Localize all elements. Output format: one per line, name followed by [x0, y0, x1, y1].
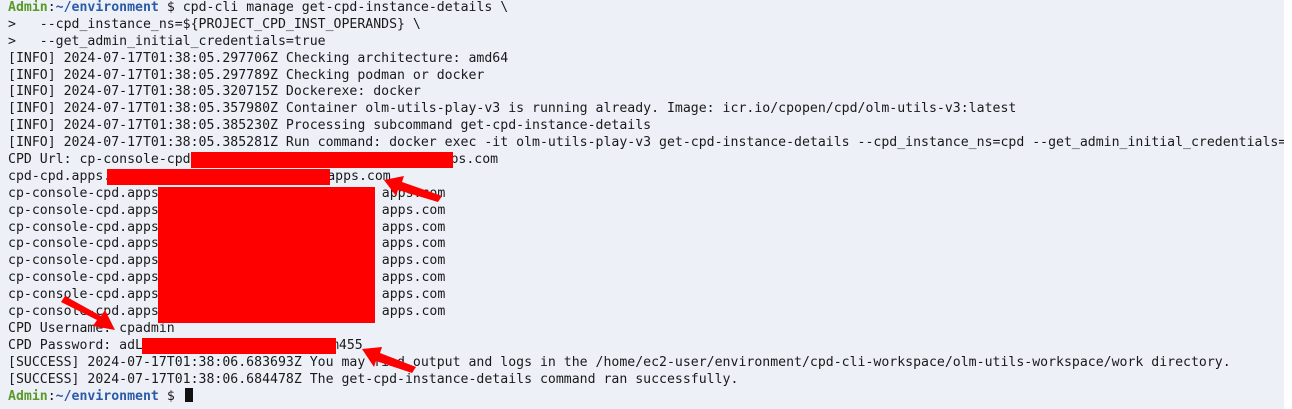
prompt-path: ~/environment	[55, 0, 159, 15]
prompt-symbol: $	[158, 0, 183, 15]
redaction-block-console	[158, 187, 375, 323]
log-line: [INFO] 2024-07-17T01:38:05.320715Z Docke…	[8, 84, 421, 100]
log-line: [INFO] 2024-07-17T01:38:05.385230Z Proce…	[8, 118, 652, 134]
route-prefix: cpd-cpd.apps.	[8, 168, 112, 184]
arrow-icon	[384, 176, 442, 202]
prompt-path: ~/environment	[55, 389, 159, 405]
cpd-url-line: CPD Url: cp-console-cpd. apps.com	[8, 152, 1284, 169]
terminal-window[interactable]: Admin:~/environment $ cpd-cli manage get…	[0, 0, 1292, 409]
command-line-3: > --get_admin_initial_credentials=true	[8, 33, 326, 49]
redaction-block	[107, 168, 330, 185]
password-prefix: CPD Password: adL	[8, 337, 143, 353]
redaction-block	[142, 337, 336, 354]
prompt-user: Admin	[8, 0, 48, 15]
route-line: cpd-cpd.apps. apps.com	[8, 168, 1284, 186]
final-prompt-line: Admin:~/environment $	[8, 388, 1284, 405]
arrow-icon	[61, 296, 115, 330]
success-line: [SUCCESS] 2024-07-17T01:38:06.683693Z Yo…	[8, 354, 1231, 370]
prompt-user: Admin	[8, 389, 48, 405]
password-line: CPD Password: adL m455	[8, 337, 1284, 355]
log-line: [INFO] 2024-07-17T01:38:05.357980Z Conta…	[8, 101, 1017, 117]
prompt-separator: :	[47, 0, 56, 15]
command-line-1: Admin:~/environment $ cpd-cli manage get…	[8, 0, 1284, 17]
command-line-2: > --cpd_instance_ns=${PROJECT_CPD_INST_O…	[8, 16, 421, 32]
success-line: [SUCCESS] 2024-07-17T01:38:06.684478Z Th…	[8, 371, 739, 387]
prompt-symbol: $	[158, 389, 183, 405]
log-line: [INFO] 2024-07-17T01:38:05.385281Z Run c…	[8, 135, 1292, 151]
username-line: CPD Username: cpadmin	[8, 320, 175, 336]
redaction-block	[191, 152, 453, 169]
log-line: [INFO] 2024-07-17T01:38:05.297789Z Check…	[8, 67, 485, 83]
arrow-icon	[362, 347, 416, 373]
cursor[interactable]	[184, 388, 193, 403]
cpd-url-prefix: CPD Url: cp-console-cpd.	[8, 152, 199, 168]
prompt-separator: :	[47, 389, 56, 405]
command-text: cpd-cli manage get-cpd-instance-details …	[182, 0, 509, 15]
log-line: [INFO] 2024-07-17T01:38:05.297706Z Check…	[8, 50, 509, 66]
